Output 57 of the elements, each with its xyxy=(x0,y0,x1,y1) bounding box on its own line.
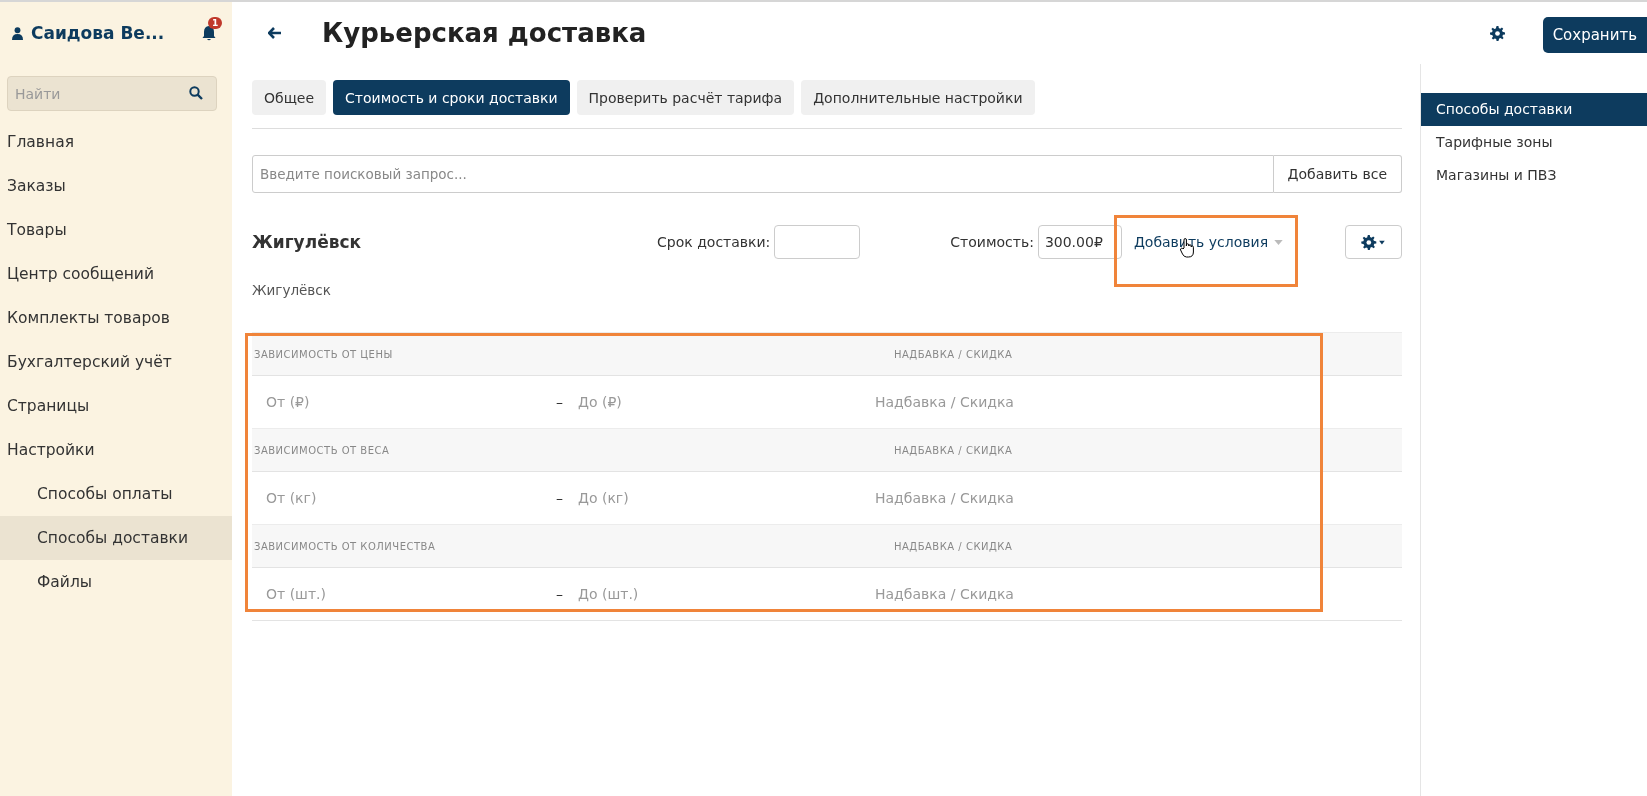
cost-label: Стоимость: xyxy=(950,234,1034,250)
settings-dropdown-button[interactable] xyxy=(1345,225,1402,259)
nav-item[interactable]: Страницы xyxy=(0,384,232,428)
nav-item[interactable]: Главная xyxy=(0,120,232,164)
section-link[interactable]: Способы доставки xyxy=(1421,93,1647,126)
add-all-button[interactable]: Добавить все xyxy=(1273,155,1402,193)
range-dash: – xyxy=(556,490,564,506)
range-dash: – xyxy=(556,586,564,602)
section-heading: ЗАВИСИМОСТЬ ОТ КОЛИЧЕСТВА xyxy=(253,540,437,552)
tab[interactable]: Проверить расчёт тарифа xyxy=(576,80,795,115)
column-heading: НАДБАВКА / СКИДКА xyxy=(894,444,1013,456)
back-arrow-icon[interactable] xyxy=(268,27,282,39)
settings-icon[interactable] xyxy=(1489,25,1505,41)
nav-subitem[interactable]: Файлы xyxy=(0,560,232,604)
bell-icon[interactable] xyxy=(202,25,216,41)
nav-item[interactable]: Бухгалтерский учёт xyxy=(0,340,232,384)
from-input[interactable]: От (₽) xyxy=(266,394,556,410)
save-button[interactable]: Сохранить xyxy=(1542,17,1647,53)
zone-subtitle: Жигулёвск xyxy=(252,282,332,298)
markup-input[interactable]: Надбавка / Скидка xyxy=(875,586,1125,602)
from-input[interactable]: От (шт.) xyxy=(266,586,556,602)
search-input[interactable]: Введите поисковый запрос... xyxy=(252,155,1274,193)
tab[interactable]: Общее xyxy=(252,80,327,115)
nav-item[interactable]: Товары xyxy=(0,208,232,252)
section-link[interactable]: Магазины и ПВЗ xyxy=(1421,159,1647,192)
tab[interactable]: Стоимость и сроки доставки xyxy=(333,80,570,115)
nav-item[interactable]: Настройки xyxy=(0,428,232,472)
caret-icon xyxy=(1274,239,1284,245)
nav-item[interactable]: Центр сообщений xyxy=(0,252,232,296)
gear-icon xyxy=(1361,234,1386,250)
section-heading: ЗАВИСИМОСТЬ ОТ ЦЕНЫ xyxy=(253,348,394,360)
page-title: Курьерская доставка xyxy=(322,18,647,48)
user-name[interactable]: Саидова Ве... xyxy=(31,23,165,43)
column-heading: НАДБАВКА / СКИДКА xyxy=(894,540,1013,552)
zone-name: Жигулёвск xyxy=(252,232,363,252)
notification-badge: 1 xyxy=(208,17,223,29)
nav-item[interactable]: Заказы xyxy=(0,164,232,208)
search-icon[interactable] xyxy=(189,86,203,100)
markup-input[interactable]: Надбавка / Скидка xyxy=(875,490,1125,506)
search-field[interactable]: Найти xyxy=(7,76,217,111)
nav-item[interactable]: Комплекты товаров xyxy=(0,296,232,340)
user-icon xyxy=(12,26,23,40)
cost-input[interactable]: 300.00₽ xyxy=(1037,225,1122,259)
nav-subitem[interactable]: Способы оплаты xyxy=(0,472,232,516)
nav-subitem[interactable]: Способы доставки xyxy=(0,516,232,560)
to-input[interactable]: До (кг) xyxy=(578,490,868,506)
to-input[interactable]: До (шт.) xyxy=(578,586,868,602)
from-input[interactable]: От (кг) xyxy=(266,490,556,506)
section-link[interactable]: Тарифные зоны xyxy=(1421,126,1647,159)
markup-input[interactable]: Надбавка / Скидка xyxy=(875,394,1125,410)
delivery-time-label: Срок доставки: xyxy=(657,234,771,250)
column-heading: НАДБАВКА / СКИДКА xyxy=(894,348,1013,360)
section-heading: ЗАВИСИМОСТЬ ОТ ВЕСА xyxy=(253,444,391,456)
to-input[interactable]: До (₽) xyxy=(578,394,868,410)
range-dash: – xyxy=(556,394,564,410)
delivery-time-input[interactable] xyxy=(774,225,861,259)
tab[interactable]: Дополнительные настройки xyxy=(801,80,1035,115)
